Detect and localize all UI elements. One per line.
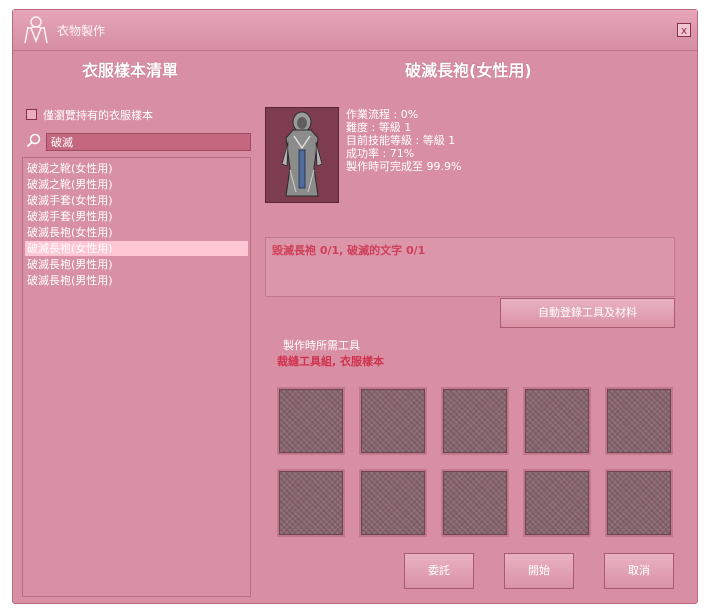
material-slot[interactable] xyxy=(523,387,591,455)
list-item[interactable]: 破滅長袍(男性用) xyxy=(25,257,248,272)
commission-button[interactable]: 委託 xyxy=(404,553,474,589)
skill-level-text: 目前技能等級 : 等級 1 xyxy=(346,134,456,147)
owned-only-label: 僅瀏覽持有的衣服樣本 xyxy=(43,109,153,122)
material-slot[interactable] xyxy=(277,387,345,455)
materials-text: 毀滅長袍 0/1, 破滅的文字 0/1 xyxy=(272,244,426,257)
auto-register-button[interactable]: 自動登錄工具及材料 xyxy=(500,298,675,328)
material-slot[interactable] xyxy=(359,387,427,455)
owned-only-checkbox[interactable] xyxy=(26,109,37,120)
material-slot[interactable] xyxy=(605,469,673,537)
completion-text: 製作時可完成至 99.9% xyxy=(346,160,462,173)
materials-box: 毀滅長袍 0/1, 破滅的文字 0/1 xyxy=(265,237,675,297)
crafting-window: 衣物製作 x 衣服樣本清單 僅瀏覽持有的衣服樣本 破滅之靴(女性用) 破滅之靴(… xyxy=(12,9,698,604)
robe-icon xyxy=(281,111,323,197)
list-item[interactable]: 破滅之靴(女性用) xyxy=(25,161,248,176)
cancel-button[interactable]: 取消 xyxy=(604,553,674,589)
item-preview xyxy=(265,107,339,203)
tools-label: 製作時所需工具 xyxy=(283,339,360,352)
difficulty-text: 難度 : 等級 1 xyxy=(346,121,412,134)
tools-list: 裁縫工具組, 衣服樣本 xyxy=(277,355,385,368)
list-item[interactable]: 破滅手套(男性用) xyxy=(25,209,248,224)
material-slot[interactable] xyxy=(441,387,509,455)
list-item[interactable]: 破滅之靴(男性用) xyxy=(25,177,248,192)
start-button[interactable]: 開始 xyxy=(504,553,574,589)
close-button[interactable]: x xyxy=(677,23,691,37)
material-slot[interactable] xyxy=(277,469,345,537)
material-slot[interactable] xyxy=(359,469,427,537)
title-bar[interactable]: 衣物製作 x xyxy=(13,10,697,51)
list-item[interactable]: 破滅長袍(女性用) xyxy=(25,225,248,240)
list-item[interactable]: 破滅長袍(男性用) xyxy=(25,273,248,288)
list-item[interactable]: 破滅手套(女性用) xyxy=(25,193,248,208)
clothing-crafting-icon xyxy=(24,16,48,44)
search-icon xyxy=(26,133,41,148)
material-slot[interactable] xyxy=(605,387,673,455)
sample-list: 破滅之靴(女性用) 破滅之靴(男性用) 破滅手套(女性用) 破滅手套(男性用) … xyxy=(22,157,251,597)
window-title: 衣物製作 xyxy=(57,24,106,38)
material-slot[interactable] xyxy=(523,469,591,537)
progress-text: 作業流程 : 0% xyxy=(346,108,419,121)
search-input[interactable] xyxy=(46,133,251,151)
item-name-heading: 破滅長袍(女性用) xyxy=(405,61,532,80)
success-rate-text: 成功率 : 71% xyxy=(346,147,415,160)
material-slot[interactable] xyxy=(441,469,509,537)
sample-list-heading: 衣服樣本清單 xyxy=(82,61,179,80)
list-item-selected[interactable]: 破滅長袍(女性用) xyxy=(25,241,248,256)
